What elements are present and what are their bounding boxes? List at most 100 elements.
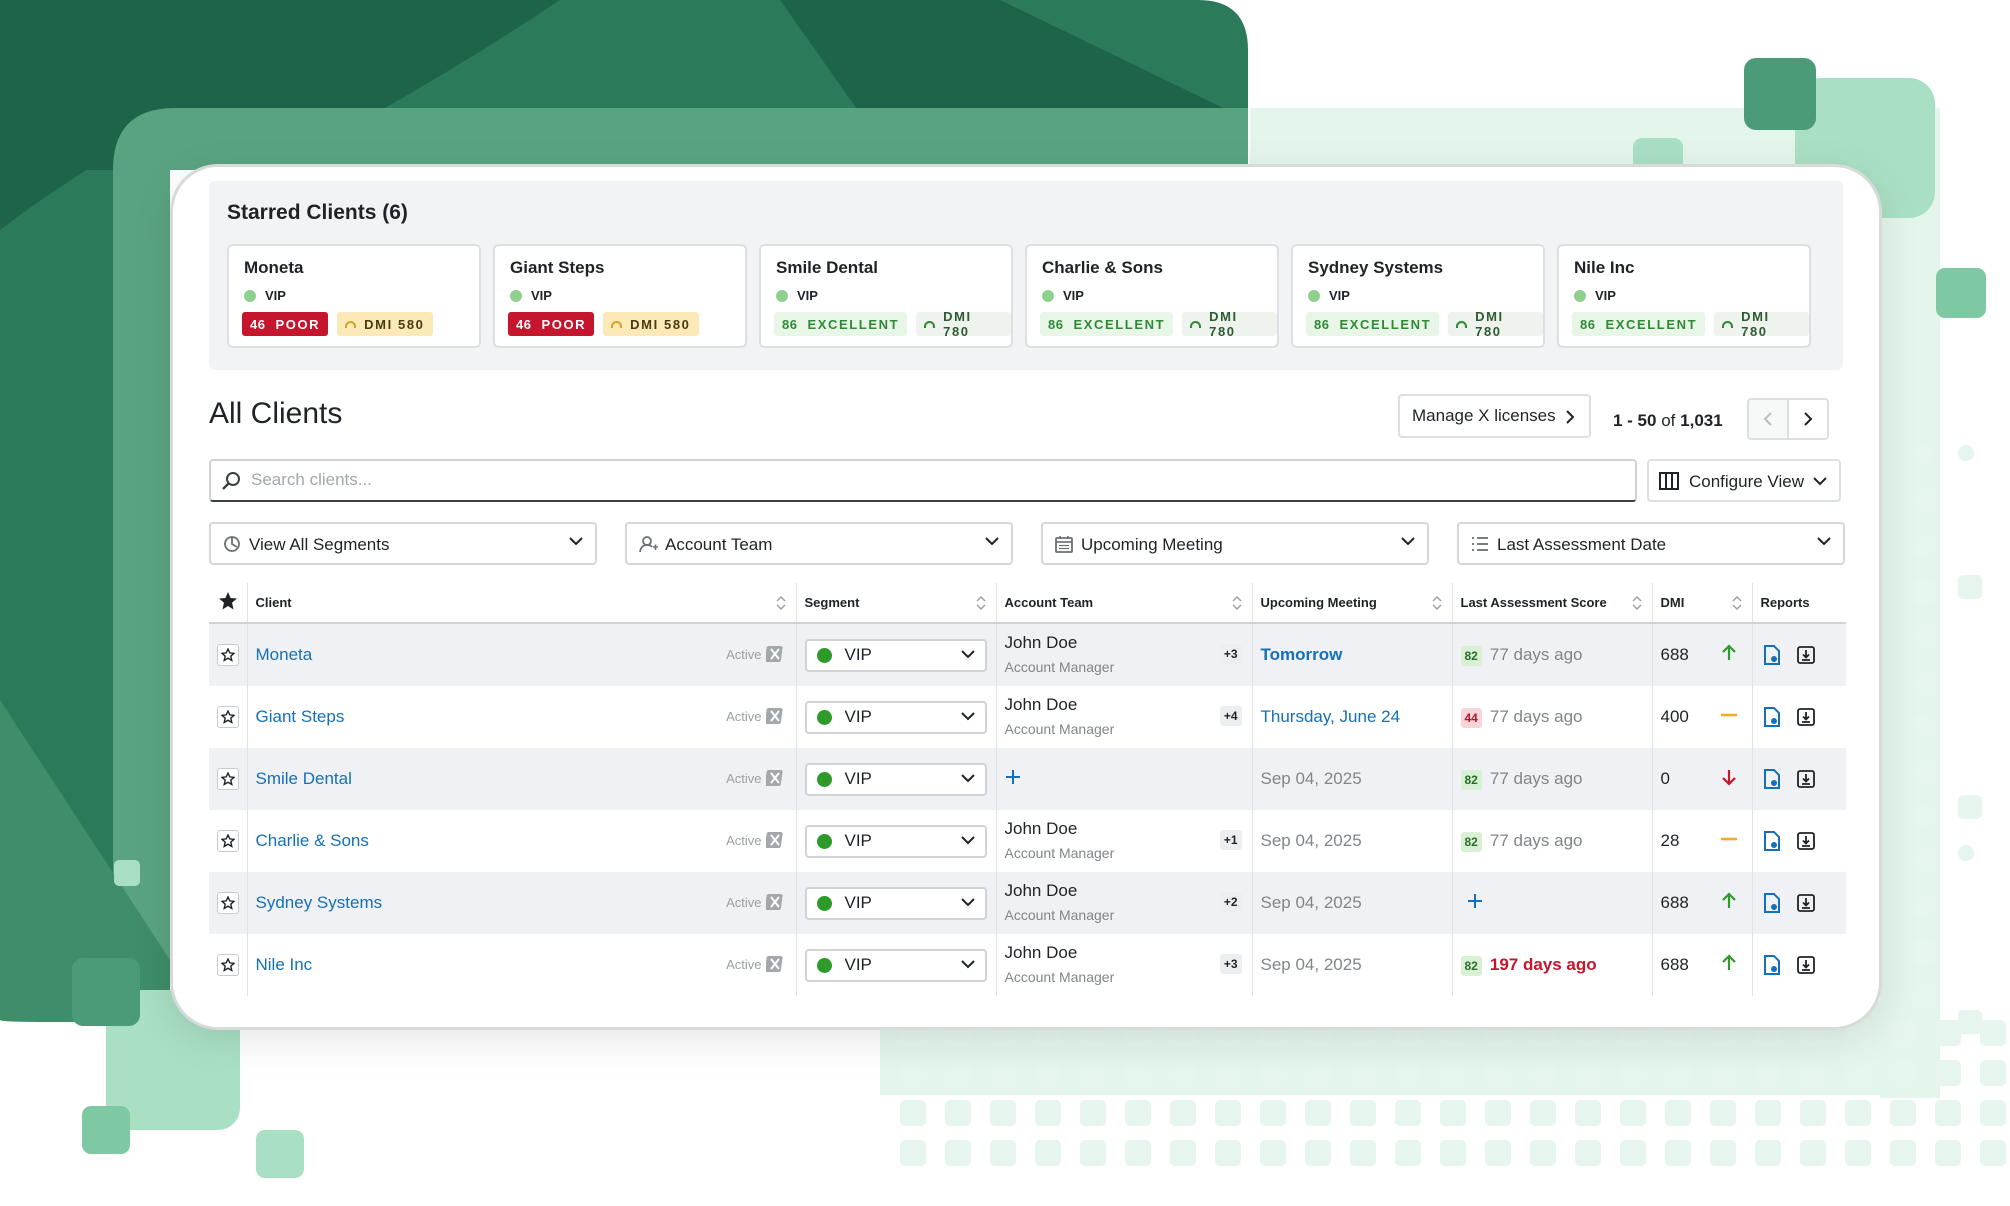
download-icon[interactable]: [1796, 770, 1815, 788]
download-icon[interactable]: [1796, 708, 1815, 726]
team-member-role: Account Manager: [1004, 721, 1115, 737]
starred-card-segment: VIP: [1308, 288, 1350, 303]
client-name-link[interactable]: Charlie & Sons: [256, 831, 369, 850]
star-column-header[interactable]: [209, 583, 248, 624]
table-row[interactable]: Charlie & Sons Active VIP John Doe Accoun…: [209, 810, 1846, 872]
chevron-down-icon: [960, 649, 975, 658]
starred-card-nile-inc[interactable]: Nile Inc VIP 86 EXCELLENT DMI 780: [1557, 244, 1811, 348]
star-toggle[interactable]: [217, 644, 239, 666]
segment-select[interactable]: VIP: [804, 700, 987, 734]
starred-card-name: Charlie & Sons: [1042, 258, 1163, 277]
configure-view-button[interactable]: Configure View: [1647, 459, 1841, 502]
column-header-segment[interactable]: Segment: [796, 583, 997, 624]
star-cell: [209, 748, 248, 810]
star-toggle[interactable]: [217, 768, 239, 790]
upcoming-meeting-cell[interactable]: Sep 04, 2025: [1252, 934, 1453, 996]
chevron-down-icon: [1813, 477, 1827, 486]
account-team-cell[interactable]: John Doe Account Manager +3: [996, 623, 1253, 686]
star-toggle[interactable]: [217, 892, 239, 914]
search-icon: [222, 472, 240, 490]
segment-select[interactable]: VIP: [804, 824, 987, 858]
next-page-button[interactable]: [1787, 398, 1829, 440]
star-toggle[interactable]: [217, 954, 239, 976]
column-header-account-team[interactable]: Account Team: [996, 583, 1253, 624]
segment-filter-dropdown[interactable]: View All Segments: [209, 522, 597, 565]
star-toggle[interactable]: [217, 706, 239, 728]
account-team-cell[interactable]: [996, 748, 1253, 810]
download-icon[interactable]: [1796, 832, 1815, 850]
client-name-link[interactable]: Smile Dental: [256, 769, 352, 788]
segment-select[interactable]: VIP: [804, 886, 987, 920]
previous-page-button[interactable]: [1747, 398, 1789, 440]
dmi-cell: 0: [1652, 748, 1753, 810]
assessment-cell[interactable]: 44 77 days ago: [1452, 686, 1653, 748]
starred-card-charlie-sons[interactable]: Charlie & Sons VIP 86 EXCELLENT DMI 780: [1025, 244, 1279, 348]
report-icon[interactable]: [1763, 645, 1781, 665]
column-header-upcoming-meeting[interactable]: Upcoming Meeting: [1252, 583, 1453, 624]
add-icon[interactable]: [1467, 893, 1483, 909]
health-score: 86: [782, 316, 798, 332]
table-row[interactable]: Nile Inc Active VIP John Doe Account Mana…: [209, 934, 1846, 996]
account-team-cell[interactable]: John Doe Account Manager +4: [996, 686, 1253, 748]
starred-card-smile-dental[interactable]: Smile Dental VIP 86 EXCELLENT DMI 780: [759, 244, 1013, 348]
assessment-cell[interactable]: 82 77 days ago: [1452, 810, 1653, 872]
segment-select[interactable]: VIP: [804, 948, 987, 982]
starred-card-moneta[interactable]: Moneta VIP 46 POOR DMI 580: [227, 244, 481, 348]
table-row[interactable]: Moneta Active VIP John Doe Account Manage…: [209, 623, 1846, 686]
starred-card-giant-steps[interactable]: Giant Steps VIP 46 POOR DMI 580: [493, 244, 747, 348]
segment-select-value: VIP: [844, 893, 872, 912]
client-name-link[interactable]: Sydney Systems: [256, 893, 383, 912]
upcoming-meeting-cell[interactable]: Tomorrow: [1252, 623, 1453, 686]
starred-card-segment: VIP: [1042, 288, 1084, 303]
client-name-link[interactable]: Moneta: [256, 645, 313, 664]
star-toggle[interactable]: [217, 830, 239, 852]
upcoming-meeting-filter-dropdown[interactable]: Upcoming Meeting: [1041, 522, 1429, 565]
star-cell: [209, 810, 248, 872]
client-name-link[interactable]: Nile Inc: [256, 955, 313, 974]
account-team-filter-dropdown[interactable]: Account Team: [625, 522, 1013, 565]
table-row[interactable]: Smile Dental Active VIP Sep 04, 2025 82 7…: [209, 748, 1846, 810]
report-icon[interactable]: [1763, 893, 1781, 913]
search-input[interactable]: [249, 469, 1553, 491]
assessment-cell[interactable]: 82 77 days ago: [1452, 748, 1653, 810]
table-row[interactable]: Sydney Systems Active VIP John Doe Accoun…: [209, 872, 1846, 934]
assessment-cell[interactable]: 82 77 days ago: [1452, 623, 1653, 686]
download-icon[interactable]: [1796, 894, 1815, 912]
report-icon[interactable]: [1763, 707, 1781, 727]
account-team-cell[interactable]: John Doe Account Manager +3: [996, 934, 1253, 996]
manage-licenses-button[interactable]: Manage X licenses: [1398, 394, 1591, 438]
team-extra-count[interactable]: +1: [1219, 830, 1242, 850]
team-extra-count[interactable]: +2: [1219, 892, 1242, 912]
column-header-client[interactable]: Client: [247, 583, 797, 624]
table-row[interactable]: Giant Steps Active VIP John Doe Account M…: [209, 686, 1846, 748]
download-icon[interactable]: [1796, 646, 1815, 664]
team-extra-count[interactable]: +3: [1219, 644, 1242, 664]
download-icon[interactable]: [1796, 956, 1815, 974]
assessment-age: 77 days ago: [1489, 706, 1583, 726]
report-icon[interactable]: [1763, 955, 1781, 975]
account-team-cell[interactable]: John Doe Account Manager +2: [996, 872, 1253, 934]
add-icon[interactable]: [1005, 769, 1021, 785]
assessment-cell[interactable]: 82 197 days ago: [1452, 934, 1653, 996]
starred-card-sydney-systems[interactable]: Sydney Systems VIP 86 EXCELLENT DMI 780: [1291, 244, 1545, 348]
report-icon[interactable]: [1763, 769, 1781, 789]
meeting-date: Sep 04, 2025: [1260, 893, 1362, 912]
column-header-dmi[interactable]: DMI: [1652, 583, 1753, 624]
upcoming-meeting-cell[interactable]: Thursday, June 24: [1252, 686, 1453, 748]
report-icon[interactable]: [1763, 831, 1781, 851]
segment-select[interactable]: VIP: [804, 762, 987, 796]
team-extra-count[interactable]: +4: [1219, 706, 1242, 726]
upcoming-meeting-cell[interactable]: Sep 04, 2025: [1252, 810, 1453, 872]
search-box[interactable]: [209, 459, 1637, 502]
last-assessment-filter-dropdown[interactable]: Last Assessment Date: [1457, 522, 1845, 565]
upcoming-meeting-cell[interactable]: Sep 04, 2025: [1252, 748, 1453, 810]
client-name-link[interactable]: Giant Steps: [256, 707, 345, 726]
team-member-name: John Doe: [1004, 695, 1078, 714]
segment-select[interactable]: VIP: [804, 638, 987, 672]
segment-select-value: VIP: [844, 645, 872, 664]
team-extra-count[interactable]: +3: [1219, 954, 1242, 974]
column-header-last-assessment-score[interactable]: Last Assessment Score: [1452, 583, 1653, 624]
upcoming-meeting-cell[interactable]: Sep 04, 2025: [1252, 872, 1453, 934]
account-team-cell[interactable]: John Doe Account Manager +1: [996, 810, 1253, 872]
assessment-cell[interactable]: [1452, 872, 1653, 934]
